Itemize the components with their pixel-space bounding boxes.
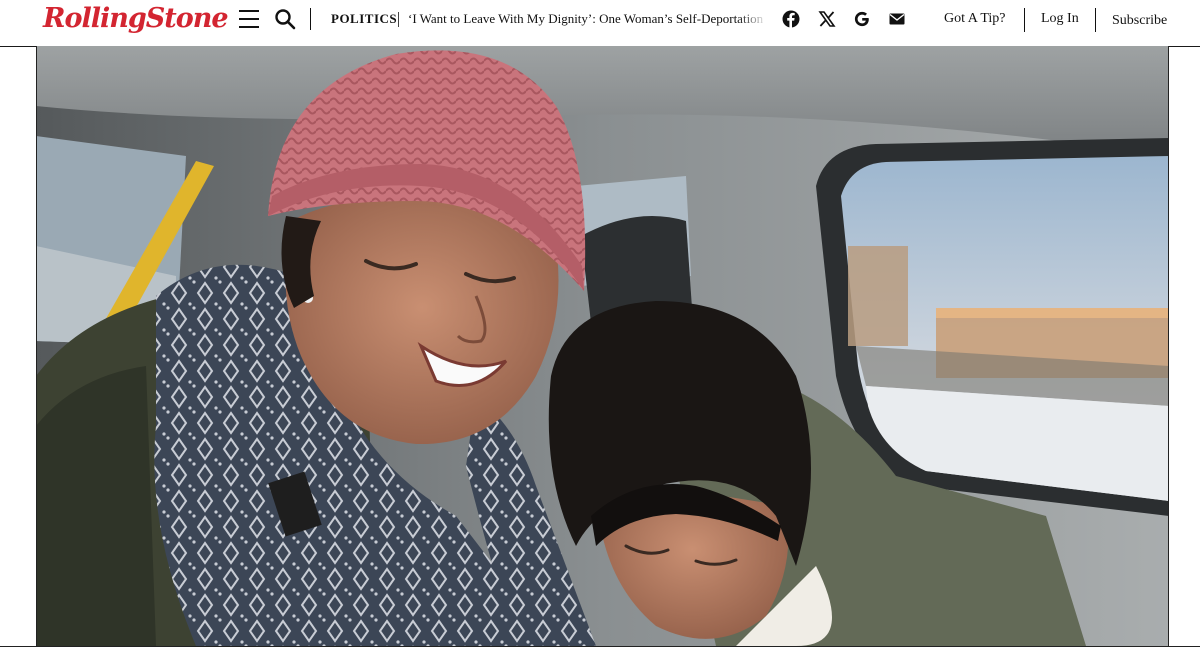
login-link[interactable]: Log In (1041, 11, 1079, 27)
google-icon[interactable] (853, 10, 871, 28)
title-fade (738, 6, 768, 34)
hero-border-right (1168, 46, 1169, 646)
header-divider (310, 8, 311, 30)
subscribe-link[interactable]: Subscribe (1112, 13, 1167, 29)
article-title: ‘I Want to Leave With My Dignity’: One W… (408, 11, 764, 26)
got-a-tip-link[interactable]: Got A Tip? (944, 11, 1005, 27)
facebook-icon[interactable] (782, 10, 800, 28)
search-icon[interactable] (274, 8, 296, 30)
site-header: RollingStone POLITICS ‘I Want to Leave W… (0, 0, 1200, 47)
email-icon[interactable] (888, 10, 906, 28)
hero-border-left (36, 46, 37, 646)
header-divider (1095, 8, 1096, 32)
hero-photo-illustration (36, 46, 1169, 646)
section-label[interactable]: POLITICS (331, 11, 397, 27)
hero-image (36, 46, 1169, 646)
hamburger-menu-icon[interactable] (239, 10, 259, 28)
title-divider (398, 12, 399, 27)
x-twitter-icon[interactable] (818, 10, 836, 28)
header-divider (1024, 8, 1025, 32)
site-logo[interactable]: RollingStone (43, 1, 229, 37)
